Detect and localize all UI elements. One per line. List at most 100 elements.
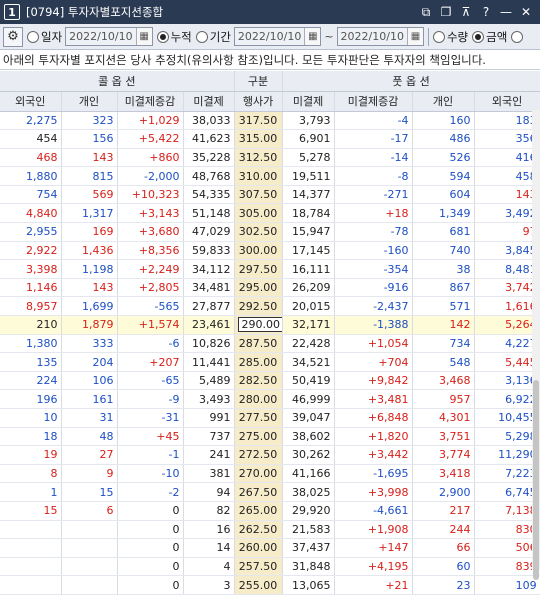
- table-cell: 548: [412, 352, 475, 372]
- calendar-icon[interactable]: ▦: [135, 28, 152, 45]
- table-row[interactable]: 196 161 -9 3,493 280.00 46,999 +3,481 957 6,922: [0, 389, 540, 409]
- table-cell: 38,602: [282, 427, 335, 447]
- radio-cumulative[interactable]: 누적: [156, 29, 192, 45]
- table-row[interactable]: 1,146 143 +2,805 34,481 295.00 26,209 -916 867 3…: [0, 278, 540, 298]
- pin-icon[interactable]: ⊼: [456, 3, 476, 21]
- table-cell: -8: [334, 166, 413, 186]
- date-input-range-end[interactable]: 2022/10/10 ▦: [336, 27, 424, 46]
- table-row[interactable]: 8,957 1,699 -565 27,877 292.50 20,015 -2,437 57…: [0, 296, 540, 317]
- vertical-scrollbar[interactable]: [532, 110, 540, 580]
- minimize-icon[interactable]: —: [496, 3, 516, 21]
- table-cell: 8,957: [0, 296, 62, 317]
- table-cell: 39,047: [282, 408, 335, 428]
- table-row[interactable]: 1 15 -2 94 267.50 38,025 +3,998 2,900 6,745: [0, 482, 540, 502]
- table-cell: 143: [61, 148, 118, 168]
- table-cell: +3,680: [117, 222, 184, 242]
- table-cell: 3,398: [0, 259, 62, 279]
- table-cell: 0: [117, 501, 184, 521]
- column-header[interactable]: 행사가: [234, 91, 283, 112]
- table-cell: 34,481: [183, 278, 235, 298]
- calendar-icon[interactable]: ▦: [406, 28, 423, 45]
- table-row[interactable]: 2,275 323 +1,029 38,033 317.50 3,793 -4 160 183: [0, 111, 540, 131]
- table-cell: 1,616: [474, 296, 540, 317]
- column-header[interactable]: 외국인: [474, 91, 540, 112]
- table-row[interactable]: 754 569 +10,323 54,335 307.50 14,377 -271 604 14…: [0, 185, 540, 205]
- radio-day-dot[interactable]: [27, 30, 39, 43]
- radio-amount[interactable]: 금액: [472, 29, 507, 45]
- table-cell: 54,335: [183, 185, 235, 205]
- date-input-day[interactable]: 2022/10/10 ▦: [65, 27, 153, 46]
- table-row[interactable]: 8 9 -10 381 270.00 41,166 -1,695 3,418 7,223: [0, 464, 540, 484]
- strike-price-cell: 312.50: [234, 148, 283, 168]
- table-cell: 468: [0, 148, 62, 168]
- table-cell: 3,793: [282, 111, 335, 131]
- table-cell: -65: [117, 371, 184, 391]
- strike-price-cell: 282.50: [234, 371, 283, 391]
- table-cell: 38,033: [183, 111, 235, 131]
- table-row[interactable]: 10 31 -31 991 277.50 39,047 +6,848 4,301 10,455: [0, 408, 540, 428]
- radio-cumulative-dot[interactable]: [156, 30, 169, 43]
- radio-day[interactable]: 일자: [27, 29, 62, 45]
- radio-extra[interactable]: [511, 30, 525, 43]
- table-cell: 27: [61, 445, 118, 465]
- table-cell: -565: [117, 296, 184, 317]
- radio-quantity-dot[interactable]: [432, 30, 445, 43]
- table-row[interactable]: 2,955 169 +3,680 47,029 302.50 15,947 -78 681 97: [0, 222, 540, 242]
- strike-price-cell: 302.50: [234, 222, 283, 242]
- table-cell: +5,422: [117, 129, 184, 149]
- table-row[interactable]: 454 156 +5,422 41,623 315.00 6,901 -17 486 356: [0, 129, 540, 149]
- table-cell: 594: [412, 166, 475, 186]
- table-row[interactable]: 0 16 262.50 21,583 +1,908 244 830: [0, 520, 540, 540]
- strike-price-cell: 272.50: [234, 445, 283, 465]
- table-row[interactable]: 224 106 -65 5,489 282.50 50,419 +9,842 3,468 3,1…: [0, 371, 540, 391]
- table-cell: -1,388: [334, 315, 413, 335]
- table-row[interactable]: 3,398 1,198 +2,249 34,112 297.50 16,111 -354 38…: [0, 259, 540, 279]
- help-icon[interactable]: ?: [476, 3, 496, 21]
- table-cell: 217: [412, 501, 475, 521]
- radio-quantity[interactable]: 수량: [432, 29, 468, 45]
- table-row[interactable]: 15 6 0 82 265.00 29,920 -4,661 217 7,138: [0, 501, 540, 521]
- column-header[interactable]: 외국인: [0, 91, 62, 112]
- table-cell: 94: [183, 482, 235, 502]
- link-icon[interactable]: ⧉: [416, 3, 436, 21]
- table-row[interactable]: 468 143 +860 35,228 312.50 5,278 -14 526 416: [0, 148, 540, 168]
- table-cell: 5,445: [474, 352, 540, 372]
- table-cell: 3,742: [474, 278, 540, 298]
- table-cell: 241: [183, 445, 235, 465]
- calendar-icon[interactable]: ▦: [304, 28, 321, 45]
- table-cell: 34,112: [183, 259, 235, 279]
- radio-extra-dot[interactable]: [511, 30, 524, 43]
- table-cell: 867: [412, 278, 475, 298]
- radio-range[interactable]: 기간: [195, 29, 231, 45]
- table-row[interactable]: 4,840 1,317 +3,143 51,148 305.00 18,784 +18 1,3…: [0, 203, 540, 224]
- table-row[interactable]: 0 14 260.00 37,437 +147 66 506: [0, 538, 540, 558]
- table-cell: +3,481: [334, 389, 413, 409]
- table-cell: 0: [117, 520, 184, 540]
- restore-icon[interactable]: ❐: [436, 3, 456, 21]
- radio-range-dot[interactable]: [195, 30, 208, 43]
- column-header[interactable]: 미결제증감: [117, 91, 184, 112]
- column-header[interactable]: 미결제: [282, 91, 335, 112]
- column-header[interactable]: 개인: [61, 91, 118, 112]
- table-row[interactable]: 135 204 +207 11,441 285.00 34,521 +704 548 5,445: [0, 352, 540, 372]
- table-row[interactable]: 1,880 815 -2,000 48,768 310.00 19,511 -8 594 458: [0, 166, 540, 186]
- table-row[interactable]: 18 48 +45 737 275.00 38,602 +1,820 3,751 5,298: [0, 427, 540, 447]
- settings-gear-icon[interactable]: ⚙: [3, 26, 23, 47]
- table-row[interactable]: 1,380 333 -6 10,826 287.50 22,428 +1,054 734 4,2…: [0, 334, 540, 354]
- table-row[interactable]: 0 3 255.00 13,065 +21 23 109: [0, 575, 540, 595]
- column-header[interactable]: 미결제증감: [334, 91, 413, 112]
- table-row[interactable]: 0 4 257.50 31,848 +4,195 60 839: [0, 557, 540, 577]
- radio-amount-dot[interactable]: [472, 30, 485, 43]
- table-cell: 106: [61, 371, 118, 391]
- column-header[interactable]: 개인: [412, 91, 475, 112]
- scrollbar-thumb[interactable]: [533, 380, 539, 580]
- column-header[interactable]: 미결제: [183, 91, 235, 112]
- table-row[interactable]: 19 27 -1 241 272.50 30,262 +3,442 3,774 11,290: [0, 445, 540, 465]
- table-cell: [0, 575, 62, 595]
- table-row[interactable]: 2,922 1,436 +8,356 59,833 300.00 17,145 -160 74…: [0, 241, 540, 261]
- date-input-range-start[interactable]: 2022/10/10 ▦: [233, 27, 322, 46]
- table-cell: +3,442: [334, 445, 413, 465]
- table-row[interactable]: 210 1,879 +1,574 23,461 290.00 32,171 -1,388 14…: [0, 315, 540, 335]
- close-icon[interactable]: ✕: [516, 3, 536, 21]
- table-cell: 1,317: [61, 203, 118, 224]
